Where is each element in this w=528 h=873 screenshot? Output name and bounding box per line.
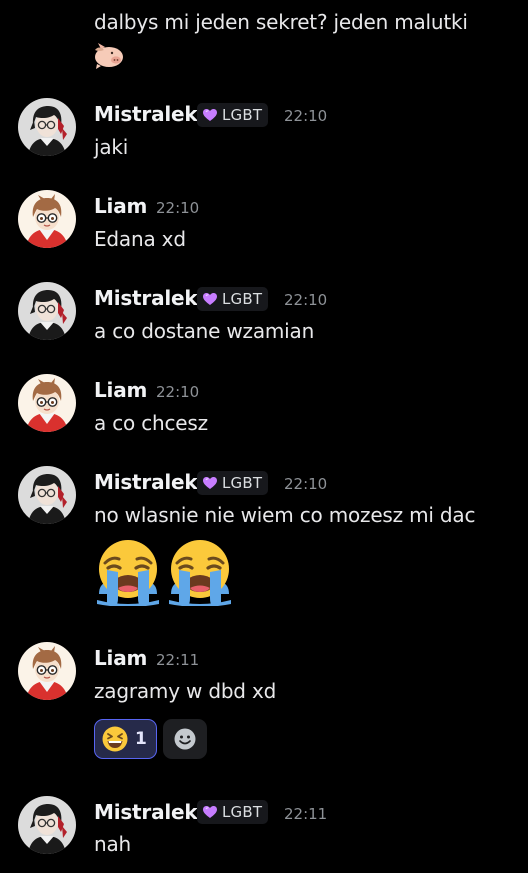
heart-icon — [202, 805, 218, 819]
timestamp: 22:10 — [284, 475, 328, 493]
username[interactable]: Liam — [94, 194, 147, 218]
message-text: a co chcesz — [94, 411, 208, 435]
server-tag-badge[interactable]: LGBT — [197, 103, 269, 127]
timestamp: 22:10 — [156, 199, 200, 217]
tag-label: LGBT — [222, 106, 263, 124]
timestamp: 22:10 — [156, 383, 200, 401]
timestamp: 22:11 — [156, 651, 200, 669]
avatar[interactable] — [18, 374, 76, 432]
server-tag-badge[interactable]: LGBT — [197, 471, 269, 495]
timestamp: 22:11 — [284, 805, 328, 823]
message-text: a co dostane wzamian — [94, 319, 315, 343]
server-tag-badge[interactable]: LGBT — [197, 800, 269, 824]
heart-icon — [202, 292, 218, 306]
username[interactable]: Liam — [94, 378, 147, 402]
chat-message-list: dalbys mi jeden sekret? jeden malutki Mi… — [0, 0, 528, 873]
avatar[interactable] — [18, 466, 76, 524]
avatar[interactable] — [18, 190, 76, 248]
heart-icon — [202, 108, 218, 122]
avatar[interactable] — [18, 98, 76, 156]
tag-label: LGBT — [222, 474, 263, 492]
reaction-laughing[interactable]: 1 — [94, 719, 157, 759]
pig-sticker-icon[interactable] — [92, 40, 126, 70]
message-text: jaki — [94, 135, 129, 159]
laughing-face-icon — [101, 725, 129, 753]
avatar[interactable] — [18, 796, 76, 854]
avatar[interactable] — [18, 282, 76, 340]
loudly-crying-face-icon — [93, 536, 163, 606]
timestamp: 22:10 — [284, 107, 328, 125]
message-text: zagramy w dbd xd — [94, 679, 277, 703]
message-text: dalbys mi jeden sekret? jeden malutki — [94, 10, 468, 34]
username[interactable]: Mistralek — [94, 102, 198, 126]
tag-label: LGBT — [222, 803, 263, 821]
username[interactable]: Mistralek — [94, 470, 198, 494]
add-reaction-button[interactable] — [163, 719, 207, 759]
avatar[interactable] — [18, 642, 76, 700]
message-text: nah — [94, 832, 132, 856]
message-text: no wlasnie nie wiem co mozesz mi dac — [94, 503, 476, 527]
heart-icon — [202, 476, 218, 490]
username[interactable]: Mistralek — [94, 286, 198, 310]
loudly-crying-face-icon — [165, 536, 235, 606]
message-text: Edana xd — [94, 227, 186, 251]
tag-label: LGBT — [222, 290, 263, 308]
username[interactable]: Liam — [94, 646, 147, 670]
server-tag-badge[interactable]: LGBT — [197, 287, 269, 311]
reaction-count: 1 — [135, 729, 147, 749]
add-reaction-icon — [171, 725, 199, 753]
username[interactable]: Mistralek — [94, 800, 198, 824]
timestamp: 22:10 — [284, 291, 328, 309]
